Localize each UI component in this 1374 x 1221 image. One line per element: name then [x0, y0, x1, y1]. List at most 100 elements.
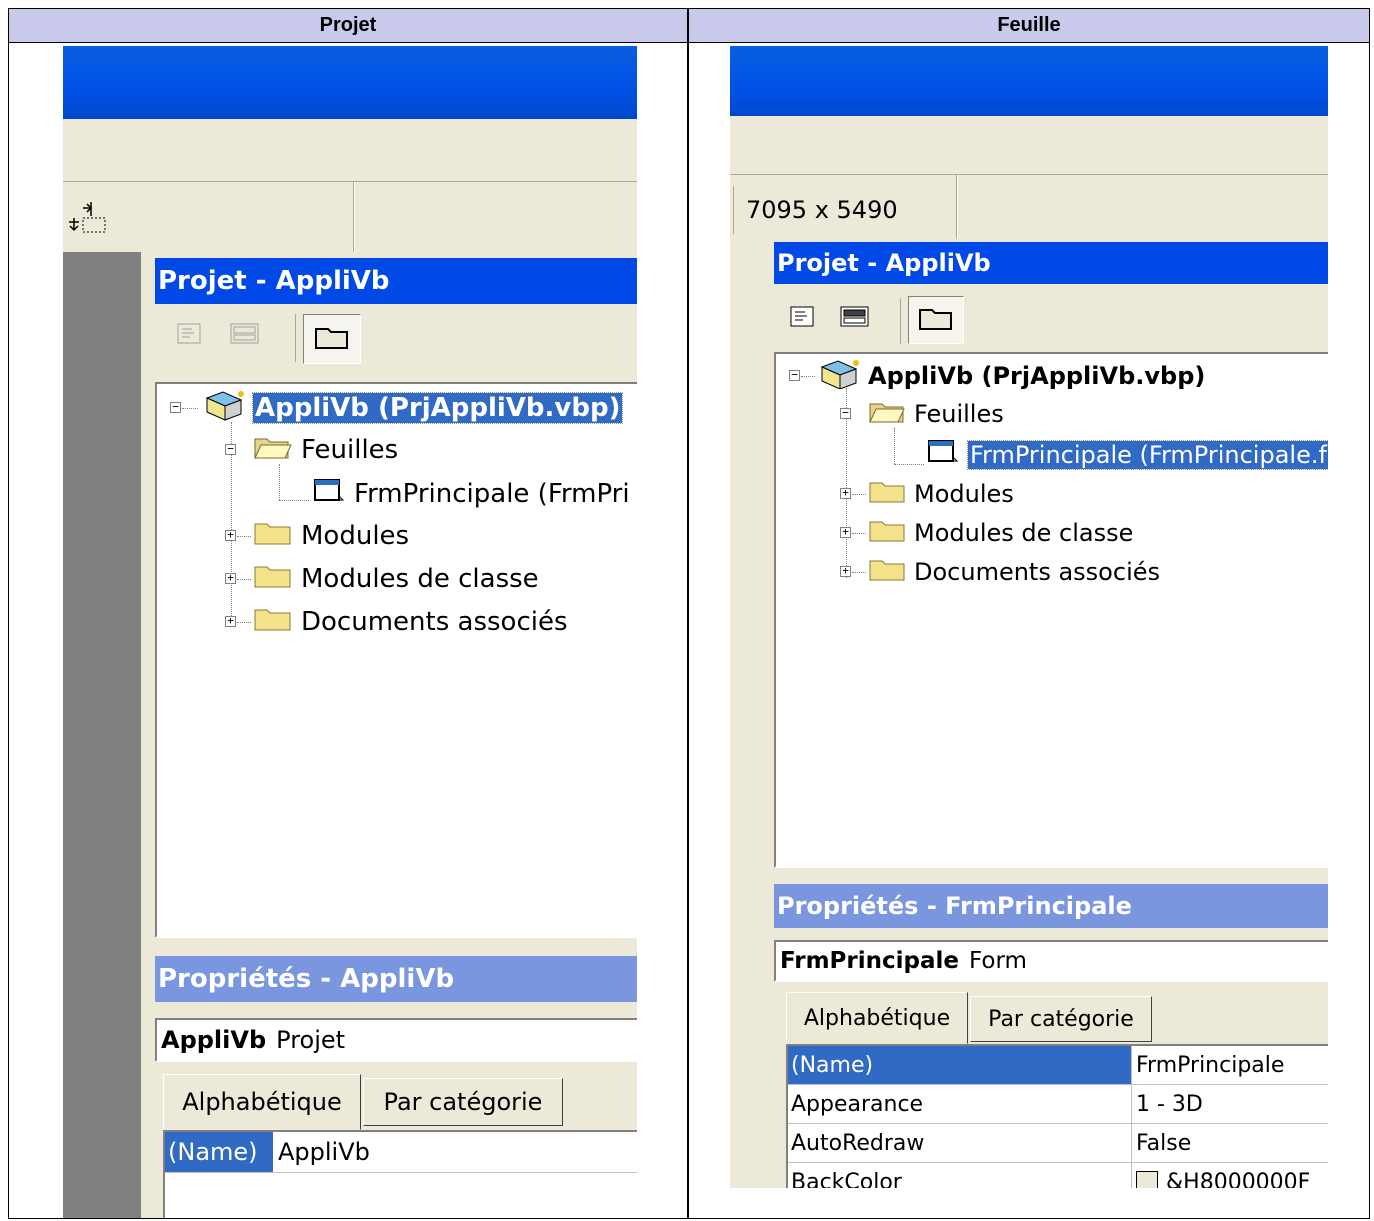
align-icon[interactable] [65, 196, 109, 240]
tree-root[interactable]: AppliVb (PrjAppliVb.vbp) [816, 358, 1205, 394]
tab-alphabetique[interactable]: Alphabétique [163, 1074, 361, 1130]
expand-class-modules[interactable]: + [225, 572, 236, 584]
grid-prop-value[interactable]: False [1133, 1124, 1328, 1162]
column-header-projet: Projet [9, 9, 689, 43]
grid-row[interactable]: AutoRedraw False [788, 1124, 1328, 1163]
form-size-readout: 7095 x 5490 [746, 196, 898, 224]
tree-modules[interactable]: Modules [868, 476, 1014, 512]
grid-prop-value[interactable]: 1 - 3D [1133, 1085, 1328, 1123]
grid-prop-name: (Name) [165, 1132, 273, 1172]
project-icon [201, 388, 247, 429]
collapse-forms[interactable]: − [840, 407, 851, 419]
grid-prop-value: &H8000000F [1166, 1169, 1311, 1189]
column-header-feuille: Feuille [689, 9, 1369, 43]
project-tree[interactable]: − AppliVb (PrjAppliVb.vbp) − Feuilles Fr… [155, 382, 637, 938]
view-object-icon [230, 323, 260, 349]
toggle-folders-icon [314, 324, 350, 354]
folder-icon [868, 478, 906, 510]
object-name: FrmPrincipale [780, 948, 959, 974]
toggle-folders-button[interactable] [303, 314, 361, 364]
grid-row[interactable]: Appearance 1 - 3D [788, 1085, 1328, 1124]
left-screenshot: Projet - AppliVb − AppliVb (PrjAppliVb.v… [63, 46, 637, 1218]
view-code-icon [177, 323, 203, 349]
grid-prop-name: AutoRedraw [788, 1124, 1132, 1162]
right-screenshot: 7095 x 5490 Projet - AppliVb − AppliVb (… [730, 46, 1328, 1188]
tree-root[interactable]: AppliVb (PrjAppliVb.vbp) [201, 388, 624, 429]
folder-icon [868, 556, 906, 588]
open-folder-icon [253, 433, 293, 468]
toggle-folders-button[interactable] [908, 296, 964, 344]
expand-class-modules[interactable]: + [840, 526, 851, 538]
folder-icon [253, 519, 293, 554]
expand-related-docs[interactable]: + [225, 615, 236, 627]
view-object-button[interactable] [840, 304, 870, 334]
tree-related-docs[interactable]: Documents associés [868, 554, 1160, 590]
grid-row[interactable]: (Name) AppliVb [165, 1132, 637, 1173]
menu-area [730, 116, 1328, 174]
object-type: Projet [276, 1026, 346, 1054]
grid-prop-value-cell[interactable]: &H8000000F [1133, 1163, 1328, 1188]
tree-modules-label: Modules [301, 521, 410, 551]
tree-class-modules-label: Modules de classe [914, 519, 1134, 547]
color-swatch-icon [1136, 1171, 1158, 1188]
grid-prop-value[interactable]: AppliVb [275, 1132, 637, 1172]
tree-related-docs-label: Documents associés [301, 607, 568, 637]
view-code-button[interactable] [788, 304, 818, 334]
tree-modules-label: Modules [914, 480, 1014, 508]
grid-row[interactable]: (Name) FrmPrincipale [788, 1046, 1328, 1085]
expand-modules[interactable]: + [840, 487, 851, 499]
comparison-table: Projet Feuille Projet - AppliVb − AppliV… [8, 8, 1370, 1219]
grid-row[interactable]: BackColor &H8000000F [788, 1163, 1328, 1188]
tab-alphabetique[interactable]: Alphabétique [786, 992, 968, 1044]
tree-form-label: FrmPrincipale (FrmPrincipale.fr [967, 440, 1328, 470]
tree-root-label: AppliVb (PrjAppliVb.vbp) [251, 392, 624, 424]
collapse-forms[interactable]: − [225, 443, 236, 455]
form-icon [926, 437, 960, 473]
form-icon [312, 476, 346, 513]
properties-grid[interactable]: (Name) FrmPrincipale Appearance 1 - 3D A… [786, 1044, 1328, 1188]
tree-class-modules[interactable]: Modules de classe [868, 515, 1133, 551]
tree-modules[interactable]: Modules [253, 516, 409, 556]
view-object-button[interactable] [230, 321, 260, 351]
tree-class-modules-label: Modules de classe [301, 564, 539, 594]
expand-related-docs[interactable]: + [840, 565, 851, 577]
tab-par-categorie[interactable]: Par catégorie [970, 996, 1152, 1042]
tab-par-categorie[interactable]: Par catégorie [363, 1078, 563, 1126]
project-explorer-title[interactable]: Projet - AppliVb [774, 242, 1328, 284]
tree-forms-folder[interactable]: Feuilles [253, 430, 398, 470]
grid-prop-value[interactable]: FrmPrincipale [1133, 1046, 1328, 1084]
project-explorer-title[interactable]: Projet - AppliVb [155, 258, 637, 304]
expand-modules[interactable]: + [225, 529, 236, 541]
folder-icon [253, 605, 293, 640]
tree-root-label: AppliVb (PrjAppliVb.vbp) [868, 362, 1206, 390]
open-folder-icon [868, 398, 906, 430]
project-tree[interactable]: − AppliVb (PrjAppliVb.vbp) − Feuilles Fr… [774, 352, 1328, 868]
window-titlebar [63, 46, 637, 119]
object-name: AppliVb [161, 1026, 267, 1054]
grid-prop-name: Appearance [788, 1085, 1132, 1123]
properties-grid[interactable]: (Name) AppliVb [163, 1130, 637, 1218]
mdi-background [63, 252, 141, 1218]
properties-title[interactable]: Propriétés - AppliVb [155, 956, 637, 1002]
column-divider [687, 9, 689, 1218]
object-selector[interactable]: FrmPrincipale Form [774, 940, 1328, 982]
tree-forms-label: Feuilles [301, 435, 399, 465]
view-code-button[interactable] [175, 321, 205, 351]
tree-class-modules[interactable]: Modules de classe [253, 559, 539, 599]
collapse-root[interactable]: − [170, 401, 181, 413]
tree-form-item[interactable]: FrmPrincipale (FrmPri [312, 474, 630, 514]
tree-forms-label: Feuilles [914, 400, 1004, 428]
collapse-root[interactable]: − [789, 369, 800, 381]
view-object-icon [840, 306, 870, 332]
project-icon [816, 357, 862, 395]
properties-title[interactable]: Propriétés - FrmPrincipale [774, 884, 1328, 928]
object-selector[interactable]: AppliVb Projet [155, 1018, 637, 1062]
tree-forms-folder[interactable]: Feuilles [868, 396, 1004, 432]
tree-related-docs[interactable]: Documents associés [253, 602, 568, 642]
folder-icon [253, 562, 293, 597]
view-code-icon [790, 306, 816, 332]
folder-icon [868, 517, 906, 549]
object-type: Form [969, 948, 1027, 974]
tree-form-item[interactable]: FrmPrincipale (FrmPrincipale.fr [926, 436, 1328, 474]
window-titlebar [730, 46, 1328, 116]
